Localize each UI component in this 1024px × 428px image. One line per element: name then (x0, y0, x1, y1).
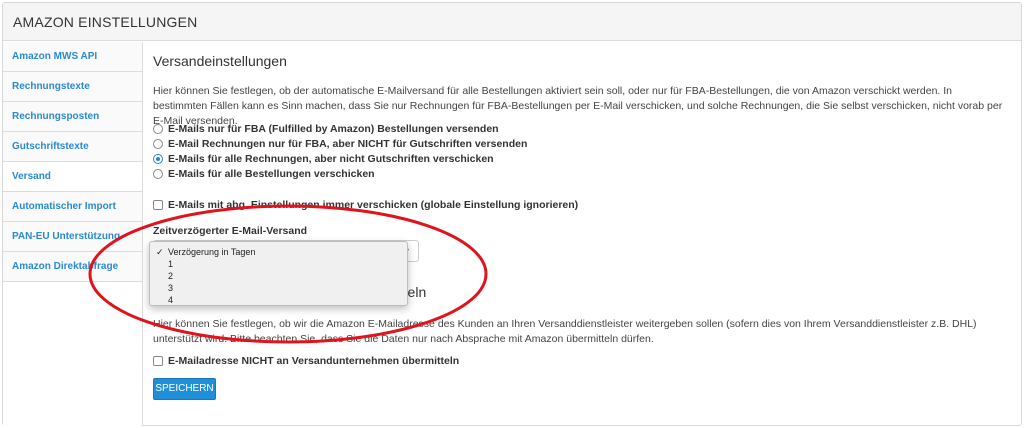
radio-fba-no-credit[interactable]: E-Mail Rechnungen nur für FBA, aber NICH… (153, 136, 527, 151)
dropdown-option[interactable]: 2 (150, 270, 407, 282)
email-section-description: Hier können Sie festlegen, ob wir die Am… (153, 318, 977, 345)
checkmark-icon: ✓ (156, 247, 164, 257)
section-title: Versandeinstellungen (153, 53, 287, 69)
radio-button[interactable] (153, 138, 163, 149)
sidebar-item-gutschriftstexte[interactable]: Gutschriftstexte (3, 132, 142, 162)
override-checkbox-row[interactable]: E-Mails mit abg. Einstellungen immer ver… (153, 197, 578, 212)
dropdown-option-label: Verzögerung in Tagen (168, 247, 256, 257)
sidebar-item-versand[interactable]: Versand (3, 162, 142, 192)
email-checkbox-label: E-Mailadresse NICHT an Versandunternehme… (168, 354, 460, 367)
delay-label: Zeitverzögerter E-Mail-Versand (153, 225, 308, 237)
save-button[interactable]: SPEICHERN (153, 378, 216, 400)
sidebar-item-rechnungsposten[interactable]: Rechnungsposten (3, 102, 142, 132)
sidebar-item-rechnungstexte[interactable]: Rechnungstexte (3, 72, 142, 102)
radio-label: E-Mails für alle Rechnungen, aber nicht … (168, 152, 494, 165)
dropdown-option-selected[interactable]: ✓ Verzögerung in Tagen (150, 246, 407, 258)
radio-label: E-Mail Rechnungen nur für FBA, aber NICH… (168, 137, 528, 150)
override-checkbox-label: E-Mails mit abg. Einstellungen immer ver… (168, 198, 579, 211)
sidebar-item-pan-eu[interactable]: PAN-EU Unterstützung (3, 222, 142, 252)
sidebar-item-mws-api[interactable]: Amazon MWS API (3, 42, 142, 72)
email-checkbox-row[interactable]: E-Mailadresse NICHT an Versandunternehme… (153, 353, 459, 368)
delay-dropdown-menu: ✓ Verzögerung in Tagen 1 2 3 4 (149, 241, 408, 306)
sidebar-item-direktabfrage[interactable]: Amazon Direktabfrage (3, 252, 142, 282)
radio-button-selected[interactable] (153, 153, 163, 164)
panel-header: AMAZON EINSTELLUNGEN (3, 3, 1021, 41)
radio-button[interactable] (153, 123, 163, 134)
radio-label: E-Mails für alle Bestellungen verschicke… (168, 167, 375, 180)
sidebar-item-automatischer-import[interactable]: Automatischer Import (3, 192, 142, 222)
dropdown-option[interactable]: 1 (150, 258, 407, 270)
radio-fba-only[interactable]: E-Mails nur für FBA (Fulfilled by Amazon… (153, 121, 499, 136)
dropdown-option[interactable]: 4 (150, 294, 407, 306)
override-checkbox[interactable] (153, 199, 163, 210)
radio-button[interactable] (153, 168, 163, 179)
radio-all-orders[interactable]: E-Mails für alle Bestellungen verschicke… (153, 166, 375, 181)
dropdown-option[interactable]: 3 (150, 282, 407, 294)
page-title: AMAZON EINSTELLUNGEN (13, 14, 198, 30)
radio-label: E-Mails nur für FBA (Fulfilled by Amazon… (168, 122, 499, 135)
radio-all-invoices[interactable]: E-Mails für alle Rechnungen, aber nicht … (153, 151, 494, 166)
email-checkbox[interactable] (153, 355, 163, 366)
sidebar: Amazon MWS API Rechnungstexte Rechnungsp… (3, 42, 143, 426)
